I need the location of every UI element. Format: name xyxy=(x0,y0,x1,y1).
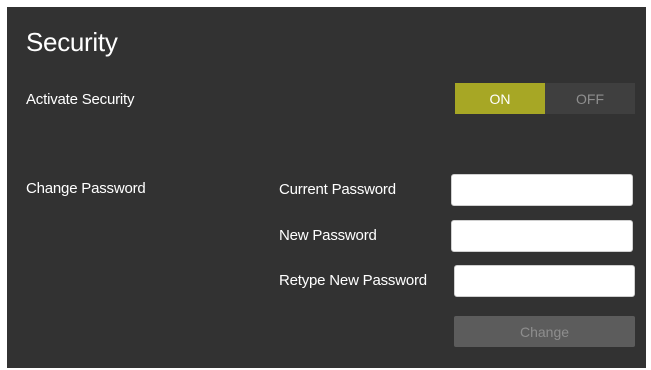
retype-password-label: Retype New Password xyxy=(279,272,427,289)
current-password-input[interactable] xyxy=(451,174,633,206)
retype-password-input[interactable] xyxy=(454,265,635,297)
activate-security-label: Activate Security xyxy=(26,91,135,108)
security-panel: Security Activate Security ON OFF Change… xyxy=(7,7,646,368)
toggle-off-option[interactable]: OFF xyxy=(545,83,635,114)
security-toggle[interactable]: ON OFF xyxy=(455,83,635,114)
page-title: Security xyxy=(26,27,118,57)
toggle-on-option[interactable]: ON xyxy=(455,83,545,114)
change-button[interactable]: Change xyxy=(454,316,635,347)
current-password-label: Current Password xyxy=(279,181,396,198)
new-password-input[interactable] xyxy=(451,220,633,252)
new-password-label: New Password xyxy=(279,227,377,244)
change-password-label: Change Password xyxy=(26,180,146,197)
